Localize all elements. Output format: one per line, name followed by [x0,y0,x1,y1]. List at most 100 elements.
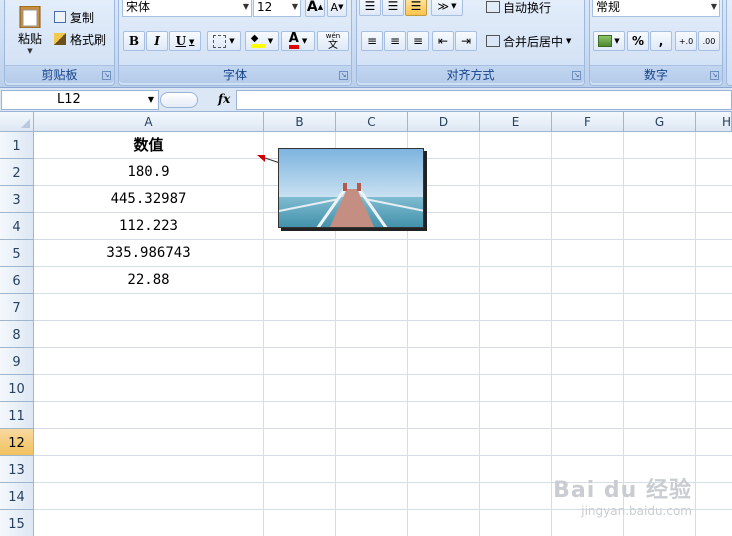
formula-bar: L12 ▼ fx [0,88,732,112]
align-middle-icon[interactable]: ☰ [382,0,404,16]
chevron-down-icon: ▼ [301,37,308,45]
font-name-value: 宋体 [126,0,151,14]
align-left-icon[interactable]: ≡ [361,31,383,51]
cell-a5[interactable]: 335.986743 [34,240,263,267]
italic-button[interactable]: I [146,31,168,51]
dialog-launcher-icon[interactable]: ↘ [339,71,348,80]
column-header-f[interactable]: F [552,112,624,132]
chevron-down-icon: ▼ [710,2,717,11]
underline-button[interactable]: U ▼ [169,31,201,51]
row-header[interactable]: 10 [0,375,34,402]
dialog-launcher-icon[interactable]: ↘ [710,71,719,80]
paste-icon [19,5,41,28]
bold-button[interactable]: B [123,31,145,51]
formula-input[interactable] [236,90,732,110]
number-format-select[interactable]: 常规 ▼ [592,0,720,17]
gridline [263,132,264,536]
percent-button[interactable]: % [627,31,649,51]
dialog-launcher-icon[interactable]: ↘ [572,71,581,80]
row-header[interactable]: 3 [0,186,34,213]
copy-label: 复制 [70,10,95,25]
grow-font-button[interactable]: A ▲ [305,0,325,17]
cell-a1[interactable]: 数值 [34,132,263,159]
cell-a3[interactable]: 445.32987 [34,186,263,213]
row-header[interactable]: 13 [0,456,34,483]
insert-function-icon[interactable]: fx [218,92,230,106]
merge-center-button[interactable]: 合并后居中 ▼ [485,31,581,51]
baidu-jingyan-watermark: Bai du 经验 jingyan.baidu.com [553,472,692,518]
row-header[interactable]: 1 [0,132,34,159]
accounting-format-button[interactable]: ▼ [593,31,625,51]
row-header[interactable]: 11 [0,402,34,429]
column-header-d[interactable]: D [408,112,480,132]
name-box-value: L12 [57,92,81,107]
increase-decimal-button[interactable]: +.0 [675,31,697,51]
align-bottom-icon[interactable]: ☰ [405,0,427,16]
fill-color-button[interactable]: ◆ ▼ [245,31,279,51]
increase-indent-icon[interactable]: ⇥ [455,31,477,51]
align-center-icon[interactable]: ≡ [384,31,406,51]
wrap-text-icon [486,1,500,13]
select-all-corner[interactable] [0,112,34,132]
column-header-a[interactable]: A [34,112,264,132]
column-header-c[interactable]: C [336,112,408,132]
gridline [34,428,732,429]
row-header[interactable]: 15 [0,510,34,536]
dialog-launcher-icon[interactable]: ↘ [102,71,111,80]
borders-icon [213,34,227,48]
column-header-g[interactable]: G [624,112,696,132]
chevron-down-icon: ▼ [229,37,235,45]
row-header[interactable]: 9 [0,348,34,375]
merge-center-label: 合并后居中 [503,34,564,49]
merge-cells-icon [486,35,500,47]
styles-group-partial [726,0,732,86]
column-header-h[interactable]: H [696,112,732,132]
font-name-select[interactable]: 宋体 ▼ [122,0,252,17]
font-group: 宋体 ▼ 12 ▼ A ▲ A ▼ B I U ▼ ▼ ◆ ▼ A ▼ wén 文 字… [118,0,352,86]
copy-button[interactable]: 复制 [53,8,113,26]
column-header-e[interactable]: E [480,112,552,132]
name-box[interactable]: L12 ▼ [1,90,159,110]
chevron-down-icon: ▼ [242,2,249,11]
row-header[interactable]: 14 [0,483,34,510]
expand-handle[interactable] [160,92,198,108]
comma-button[interactable]: , [650,31,672,51]
paste-button[interactable]: 粘贴 ▼ [9,0,51,60]
number-format-value: 常规 [596,0,621,14]
phonetic-guide-button[interactable]: wén 文 [317,31,349,51]
row-header[interactable]: 8 [0,321,34,348]
chevron-down-icon: ▼ [291,2,298,11]
align-right-icon[interactable]: ≡ [407,31,429,51]
gridline [479,132,480,536]
orientation-button[interactable]: ≫ ▼ [431,0,463,16]
row-header[interactable]: 4 [0,213,34,240]
format-painter-button[interactable]: 格式刷 [53,30,115,48]
formula-tools: fx [160,90,236,110]
wrap-text-button[interactable]: 自动换行 [485,0,557,17]
watermark-url: jingyan.baidu.com [581,504,692,518]
row-header[interactable]: 6 [0,267,34,294]
copy-icon [54,11,66,23]
font-size-select[interactable]: 12 ▼ [253,0,301,17]
row-header[interactable]: 5 [0,240,34,267]
align-top-icon[interactable]: ☰ [359,0,381,16]
font-color-button[interactable]: A ▼ [281,31,315,51]
inserted-picture[interactable] [278,148,424,228]
row-header[interactable]: 2 [0,159,34,186]
ribbon: 粘贴 ▼ 复制 格式刷 剪贴板 ↘ 宋体 ▼ 12 ▼ A ▲ A ▼ B I U ▼… [0,0,732,88]
cell-a2[interactable]: 180.9 [34,159,263,186]
shrink-font-button[interactable]: A ▼ [327,0,347,17]
column-header-b[interactable]: B [264,112,336,132]
cell-a4[interactable]: 112.223 [34,213,263,240]
row-header-active[interactable]: 12 [0,429,34,456]
watermark-brand: Bai du 经验 [553,478,692,503]
decrease-decimal-button[interactable]: .00 [698,31,720,51]
pier-photo-image [279,149,423,227]
brush-icon [54,33,66,45]
row-header[interactable]: 7 [0,294,34,321]
cell-a6[interactable]: 22.88 [34,267,263,294]
clipboard-group: 粘贴 ▼ 复制 格式刷 剪贴板 ↘ [4,0,115,86]
borders-button[interactable]: ▼ [207,31,241,51]
font-group-label: 字体 [119,65,351,83]
decrease-indent-icon[interactable]: ⇤ [432,31,454,51]
